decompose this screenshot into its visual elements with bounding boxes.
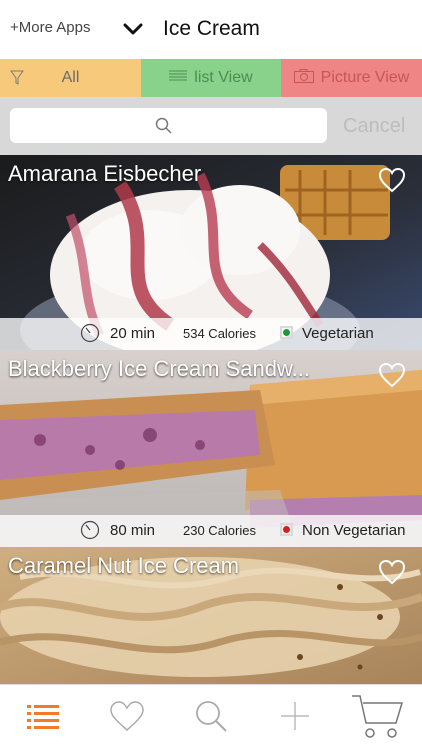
camera-icon [293,68,314,88]
filter-all-label: All [61,69,80,86]
tab-search[interactable] [188,685,234,751]
tab-list[interactable] [20,685,66,751]
more-apps-link[interactable]: +More Apps [10,19,90,36]
tab-favorites[interactable] [104,685,150,751]
diet-label: Non Vegetarian [302,522,406,539]
tab-cart[interactable] [348,685,408,751]
header: +More Apps Ice Cream [0,0,422,59]
chevron-down-icon[interactable] [122,18,144,40]
list-icon [169,69,188,87]
recipe-info-bar: 20 min 534 Calories Vegetarian [0,318,422,350]
filter-icon [10,70,24,91]
recipe-title: Caramel Nut Ice Cream [8,553,240,578]
cook-time: 20 min [110,325,156,342]
search-bar: Cancel [0,97,422,155]
filter-bar: All list View Picture View [0,59,422,97]
search-field[interactable] [10,108,331,145]
list-view-label: list View [194,69,253,86]
heart-icon [109,700,145,737]
clock-icon [80,323,100,347]
diet-label: Vegetarian [302,325,374,342]
tab-add[interactable] [272,685,318,751]
favorite-heart-icon[interactable] [378,167,406,198]
cook-time: 80 min [110,522,156,539]
calories: 230 Calories [183,523,256,538]
picture-view-tab[interactable]: Picture View [281,59,422,97]
cart-icon [350,693,406,744]
cancel-button[interactable]: Cancel [343,115,405,138]
non-veg-indicator-icon [280,523,293,536]
add-icon [280,701,310,736]
list-view-tab[interactable]: list View [141,59,281,97]
recipe-card[interactable]: Amarana Eisbecher 20 min 534 Calories Ve… [0,155,422,350]
search-icon [194,699,228,738]
recipe-card[interactable]: Caramel Nut Ice Cream [0,547,422,684]
picture-view-label: Picture View [320,69,410,86]
list-icon [27,703,59,734]
recipe-card[interactable]: Blackberry Ice Cream Sandw... 80 min 230… [0,350,422,547]
recipe-info-bar: 80 min 230 Calories Non Vegetarian [0,515,422,547]
search-icon [155,117,173,140]
veg-indicator-icon [280,326,293,339]
recipe-title: Amarana Eisbecher [8,161,202,186]
favorite-heart-icon[interactable] [378,559,406,590]
favorite-heart-icon[interactable] [378,362,406,393]
bottom-tab-bar [0,684,422,751]
calories: 534 Calories [183,326,256,341]
clock-icon [80,520,100,544]
filter-all-tab[interactable]: All [0,59,141,97]
page-title: Ice Cream [163,17,260,40]
recipe-title: Blackberry Ice Cream Sandw... [8,356,311,381]
